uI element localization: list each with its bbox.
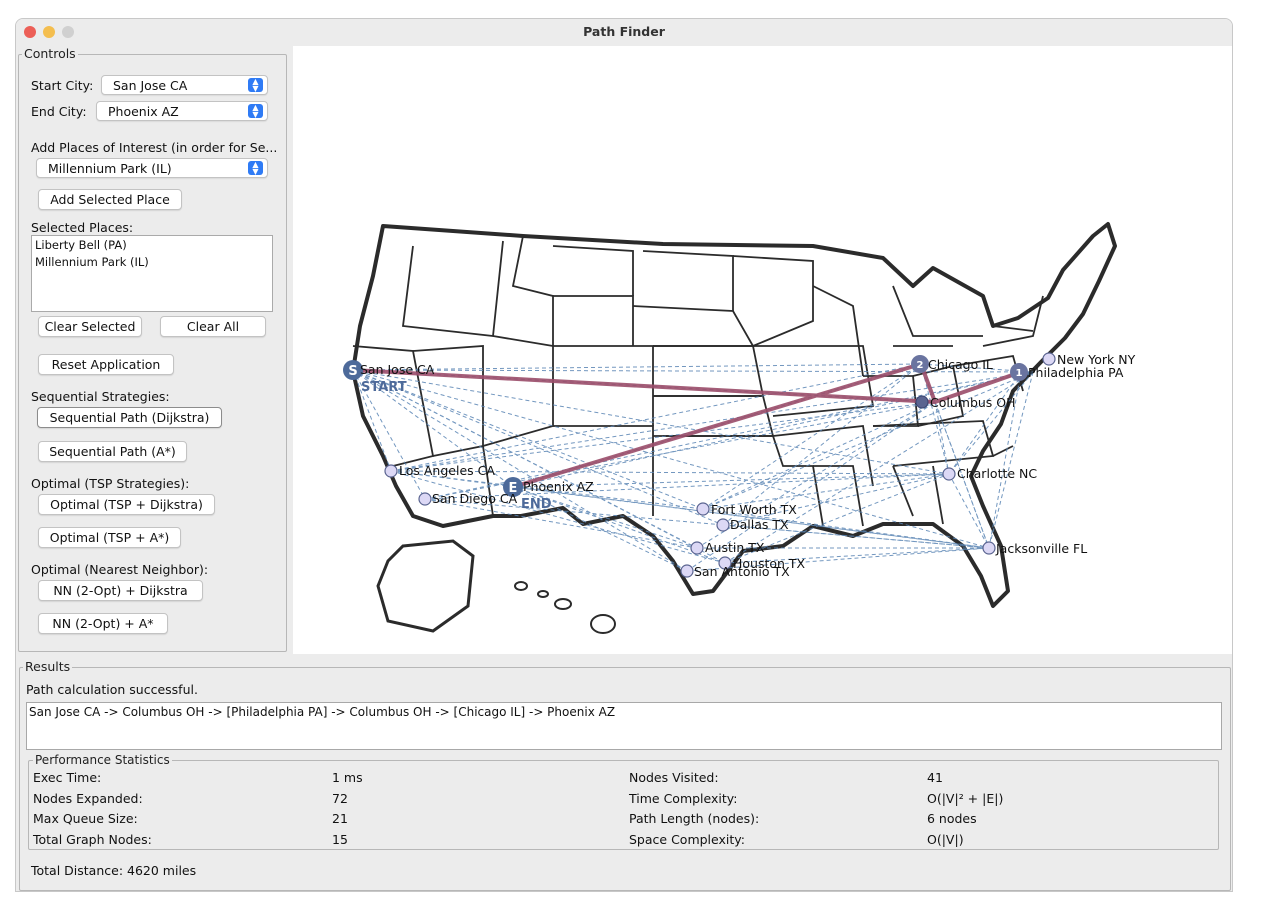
end-city-select[interactable]: Phoenix AZ ▲ ▼	[96, 101, 268, 121]
sequential-dijkstra-button[interactable]: Sequential Path (Dijkstra)	[37, 407, 222, 428]
start-marker-letter: S	[348, 364, 357, 379]
city-marker-jacksonville	[982, 541, 996, 555]
hawaii-islands	[514, 581, 616, 634]
us-map: S START E END 1 2 San Jose CA Los Angele…	[343, 222, 1136, 634]
performance-stats-panel	[28, 760, 1219, 850]
reset-application-button[interactable]: Reset Application	[38, 354, 174, 375]
city-marker-charlotte	[942, 467, 956, 481]
city-label-chicago: Chicago IL	[928, 357, 993, 372]
city-label-jacksonville: Jacksonville FL	[995, 541, 1087, 556]
stat-value: 41	[927, 770, 943, 785]
city-label-new-york: New York NY	[1057, 352, 1136, 367]
nn-astar-button[interactable]: NN (2-Opt) + A*	[38, 613, 168, 634]
city-label-san-diego: San Diego CA	[432, 491, 518, 506]
list-item[interactable]: Liberty Bell (PA)	[35, 238, 127, 252]
stat-value: 6 nodes	[927, 811, 977, 826]
chevron-updown-icon: ▲ ▼	[248, 104, 263, 119]
city-marker-dallas	[716, 518, 730, 532]
stat-label: Space Complexity:	[629, 832, 745, 847]
path-output-area[interactable]: San Jose CA -> Columbus OH -> [Philadelp…	[26, 702, 1222, 750]
stat-value: O(|V|² + |E|)	[927, 791, 1004, 806]
stat-label: Nodes Visited:	[629, 770, 719, 785]
start-city-label: Start City:	[31, 78, 94, 93]
path-output-text: San Jose CA -> Columbus OH -> [Philadelp…	[29, 705, 616, 719]
stat-value: O(|V|)	[927, 832, 964, 847]
city-label-austin: Austin TX	[705, 540, 765, 555]
stat-label: Path Length (nodes):	[629, 811, 760, 826]
places-select[interactable]: Millennium Park (IL) ▲ ▼	[36, 158, 268, 178]
nn-heading: Optimal (Nearest Neighbor):	[31, 562, 209, 577]
window-title: Path Finder	[583, 24, 665, 39]
sequential-heading: Sequential Strategies:	[31, 389, 170, 404]
title-bar: Path Finder	[16, 19, 1232, 45]
controls-title: Controls	[22, 46, 78, 61]
clear-selected-button[interactable]: Clear Selected	[38, 316, 142, 337]
start-city-value: San Jose CA	[113, 78, 188, 93]
selected-places-label: Selected Places:	[31, 220, 134, 235]
city-label-san-jose: San Jose CA	[360, 362, 435, 377]
clear-all-button[interactable]: Clear All	[160, 316, 266, 337]
city-label-los-angeles: Los Angeles CA	[399, 463, 495, 478]
end-city-label: End City:	[31, 104, 87, 119]
city-label-columbus: Columbus OH	[930, 395, 1016, 410]
city-marker-columbus	[915, 395, 929, 409]
end-tag: END	[521, 497, 552, 512]
results-title: Results	[23, 659, 73, 674]
city-marker-austin	[690, 541, 704, 555]
stat-value: 21	[332, 811, 348, 826]
status-text: Path calculation successful.	[26, 682, 198, 697]
alaska-outline	[376, 539, 475, 633]
list-item[interactable]: Millennium Park (IL)	[35, 255, 149, 269]
selected-places-list[interactable]: Liberty Bell (PA) Millennium Park (IL)	[31, 235, 273, 312]
end-city-value: Phoenix AZ	[108, 104, 179, 119]
places-label: Add Places of Interest (in order for Se.…	[31, 140, 278, 155]
start-tag: START	[361, 380, 407, 395]
stat-value: 72	[332, 791, 348, 806]
performance-stats-title: Performance Statistics	[33, 753, 172, 767]
stat-value: 1 ms	[332, 770, 363, 785]
chevron-updown-icon: ▲ ▼	[248, 78, 263, 93]
app-window: Path Finder Controls Start City: San Jos…	[15, 18, 1233, 892]
map-panel[interactable]: S START E END 1 2 San Jose CA Los Angele…	[293, 46, 1232, 654]
start-city-select[interactable]: San Jose CA ▲ ▼	[101, 75, 268, 95]
city-label-fort-worth: Fort Worth TX	[711, 502, 797, 517]
tsp-astar-button[interactable]: Optimal (TSP + A*)	[38, 527, 181, 548]
city-marker-fort-worth	[696, 502, 710, 516]
stat-value: 15	[332, 832, 348, 847]
city-marker-new-york	[1042, 352, 1056, 366]
city-label-san-antonio: San Antonio TX	[694, 564, 790, 579]
add-selected-place-button[interactable]: Add Selected Place	[38, 189, 182, 210]
optimal-tsp-heading: Optimal (TSP Strategies):	[31, 476, 190, 491]
city-marker-san-antonio	[680, 564, 694, 578]
tsp-dijkstra-button[interactable]: Optimal (TSP + Dijkstra)	[38, 494, 215, 515]
sequential-astar-button[interactable]: Sequential Path (A*)	[38, 441, 187, 462]
places-value: Millennium Park (IL)	[48, 161, 172, 176]
stat-label: Exec Time:	[33, 770, 102, 785]
stat-label: Max Queue Size:	[33, 811, 138, 826]
city-label-charlotte: Charlotte NC	[957, 466, 1037, 481]
total-distance: Total Distance: 4620 miles	[31, 863, 197, 878]
city-label-philadelphia: Philadelphia PA	[1028, 365, 1124, 380]
stat-label: Total Graph Nodes:	[33, 832, 152, 847]
chevron-updown-icon: ▲ ▼	[248, 161, 263, 176]
city-marker-los-angeles	[384, 464, 398, 478]
nn-dijkstra-button[interactable]: NN (2-Opt) + Dijkstra	[38, 580, 203, 601]
stop-marker-2-number: 2	[917, 360, 924, 371]
city-label-phoenix: Phoenix AZ	[523, 479, 594, 494]
stat-label: Time Complexity:	[629, 791, 738, 806]
city-label-dallas: Dallas TX	[730, 517, 789, 532]
stop-marker-1-number: 1	[1016, 368, 1023, 379]
city-marker-san-diego	[418, 492, 432, 506]
stat-label: Nodes Expanded:	[33, 791, 143, 806]
